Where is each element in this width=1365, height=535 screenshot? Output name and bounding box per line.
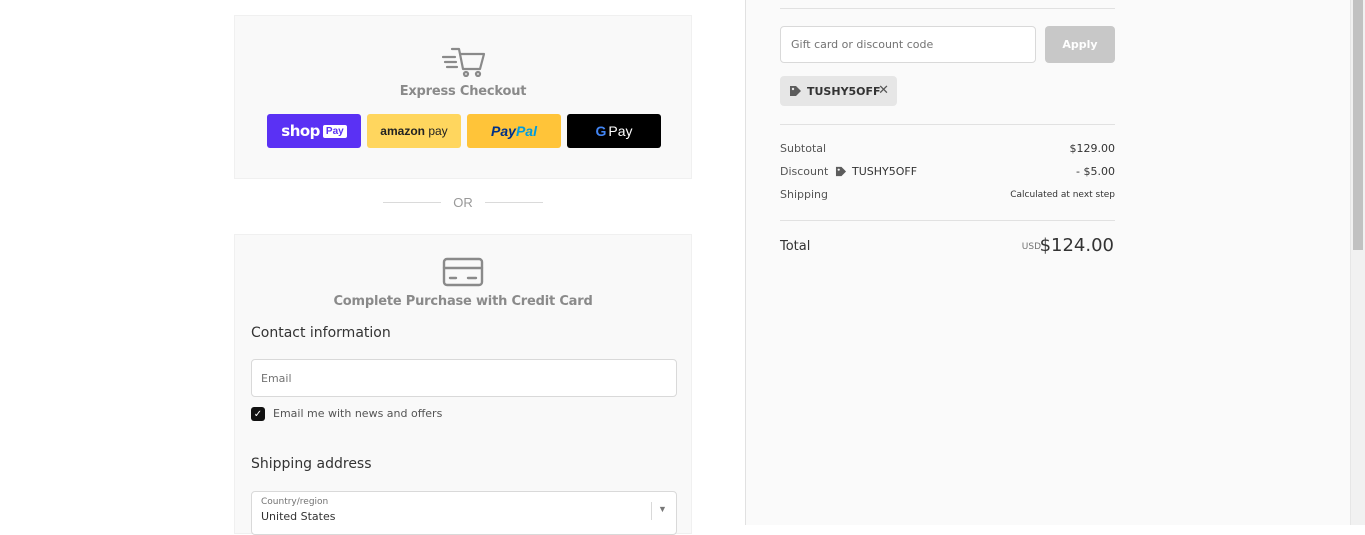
credit-card-icon — [442, 257, 484, 287]
discount-code-tag: TUSHY5OFF — [835, 165, 917, 178]
paypal-button[interactable]: Pay Pal — [467, 114, 561, 148]
cart-icon — [442, 47, 486, 77]
discount-label: Discount — [780, 165, 829, 178]
apply-button[interactable]: Apply — [1045, 26, 1115, 63]
discount-value: - $5.00 — [1076, 165, 1115, 178]
tag-icon — [835, 166, 847, 177]
shop-pay-chip: Pay — [322, 124, 347, 138]
newsletter-label: Email me with news and offers — [273, 407, 443, 420]
shipping-value: Calculated at next step — [1010, 190, 1115, 200]
shop-pay-brand: shop — [281, 122, 320, 140]
country-label: Country/region — [261, 497, 329, 507]
amazon-pay-suffix: pay — [428, 124, 448, 138]
express-checkout-panel: Express Checkout shop Pay amazon pay Pay… — [234, 15, 692, 179]
applied-code: TUSHY5OFF — [807, 84, 881, 98]
scrollbar-thumb[interactable] — [1353, 0, 1363, 250]
subtotal-row: Subtotal $129.00 — [780, 142, 1115, 155]
amazon-pay-button[interactable]: amazon pay — [367, 114, 461, 148]
tag-icon — [790, 86, 801, 96]
total-label: Total — [780, 239, 811, 254]
order-summary: Gift card or discount code Apply TUSHY5O… — [745, 0, 1350, 525]
discount-code-text: TUSHY5OFF — [852, 165, 918, 178]
subtotal-label: Subtotal — [780, 142, 827, 155]
total-value: $124.00 — [1039, 235, 1114, 256]
credit-card-title: Complete Purchase with Credit Card — [333, 294, 593, 309]
shipping-heading: Shipping address — [251, 456, 372, 472]
discount-code-input[interactable]: Gift card or discount code — [780, 26, 1036, 63]
contact-heading: Contact information — [251, 325, 391, 341]
chevron-down-icon: ▼ — [658, 504, 667, 514]
discount-row: Discount TUSHY5OFF - $5.00 — [780, 165, 1115, 178]
subtotal-value: $129.00 — [1069, 142, 1116, 155]
discount-placeholder: Gift card or discount code — [791, 38, 934, 51]
country-select[interactable]: Country/region United States ▼ — [251, 491, 677, 535]
summary-total-rule — [780, 220, 1115, 221]
google-pay-suffix: Pay — [608, 123, 633, 139]
checkout-main: Express Checkout shop Pay amazon pay Pay… — [0, 0, 745, 535]
select-divider — [651, 502, 652, 520]
total-currency: USD — [1021, 242, 1041, 252]
google-g-icon: G — [595, 123, 607, 139]
email-placeholder: Email — [261, 371, 292, 385]
summary-mid-rule — [780, 124, 1115, 125]
express-checkout-title: Express Checkout — [399, 84, 527, 99]
amazon-pay-brand: amazon — [380, 124, 425, 138]
shop-pay-button[interactable]: shop Pay — [267, 114, 361, 148]
remove-discount-icon[interactable]: ✕ — [878, 83, 889, 98]
paypal-brand-part2: Pal — [515, 123, 537, 139]
newsletter-checkbox[interactable]: ✓ — [251, 407, 265, 421]
credit-card-panel: Complete Purchase with Credit Card Conta… — [234, 234, 692, 535]
shipping-label: Shipping — [780, 188, 828, 201]
paypal-brand-part1: Pay — [491, 123, 516, 139]
google-pay-button[interactable]: G Pay — [567, 114, 661, 148]
or-divider: OR — [383, 195, 543, 210]
email-field[interactable]: Email — [251, 359, 677, 397]
applied-discount-chip: TUSHY5OFF ✕ — [780, 76, 897, 106]
shipping-row: Shipping Calculated at next step — [780, 188, 1115, 201]
country-value: United States — [261, 510, 336, 523]
summary-top-rule — [780, 8, 1115, 9]
page-scrollbar[interactable] — [1350, 0, 1365, 525]
divider-line-right — [485, 202, 543, 203]
